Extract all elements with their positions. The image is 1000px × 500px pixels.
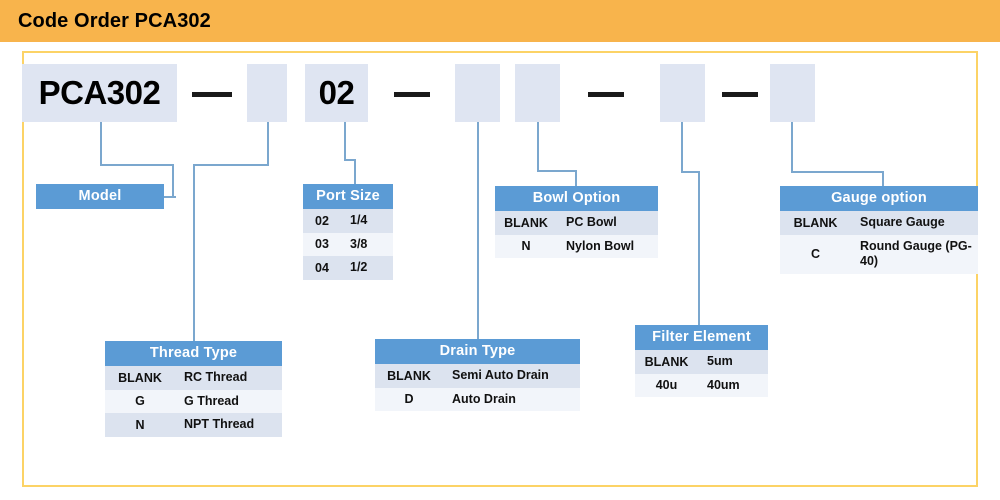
cell-code: 04 — [315, 261, 329, 276]
table-row: BLANK Semi Auto Drain — [375, 364, 580, 388]
cell-desc: Nylon Bowl — [566, 238, 635, 253]
cell-code: D — [404, 392, 414, 407]
code-segment-gauge-option[interactable] — [770, 64, 815, 122]
table-row: 40u 40um — [635, 373, 768, 398]
cell-code: BLANK — [387, 368, 431, 383]
cell-code: N — [135, 418, 145, 433]
cell-desc: Semi Auto Drain — [452, 368, 549, 382]
connector-model-vertical — [100, 122, 102, 165]
code-segment-thread-type[interactable] — [247, 64, 287, 122]
cell-desc: 1/2 — [350, 260, 368, 275]
table-port-size-title: Port Size — [303, 184, 393, 209]
cell-code: N — [521, 239, 531, 254]
page-title: Code Order PCA302 — [18, 10, 211, 32]
cell-code: 03 — [315, 237, 329, 252]
cell-code: BLANK — [504, 215, 548, 230]
cell-desc: 1/4 — [350, 213, 368, 227]
connector-port-size-vertical — [344, 122, 346, 160]
connector-gauge-option-horizontal — [791, 171, 884, 173]
table-row: BLANK RC Thread — [105, 366, 282, 390]
cell-desc: 5um — [707, 354, 733, 368]
cell-code: 40u — [655, 378, 678, 393]
cell-desc: NPT Thread — [184, 417, 255, 432]
table-bowl-option-title: Bowl Option — [495, 186, 658, 211]
code-separator-2 — [394, 92, 430, 97]
cell-code: BLANK — [644, 354, 689, 369]
header-bar: Code Order PCA302 — [0, 0, 1000, 42]
connector-thread-type-drop — [193, 164, 195, 341]
code-segment-bowl-option[interactable] — [515, 64, 560, 122]
cell-code: BLANK — [118, 370, 162, 385]
connector-bowl-option-drop — [575, 170, 577, 186]
cell-code: BLANK — [793, 215, 838, 230]
connector-model-into-title — [164, 196, 176, 198]
table-row: BLANK 5um — [635, 350, 768, 374]
connector-model-horizontal — [100, 164, 174, 166]
cell-desc: 3/8 — [350, 236, 368, 251]
connector-bowl-option-vertical — [537, 122, 539, 171]
connector-gauge-option-vertical — [791, 122, 793, 172]
table-row: C Round Gauge (PG-40) — [780, 234, 978, 274]
cell-code: 02 — [315, 213, 329, 228]
table-model: Model — [36, 184, 164, 209]
cell-code: C — [810, 247, 821, 262]
table-drain-type: Drain Type BLANK Semi Auto Drain D Auto … — [375, 339, 580, 412]
table-row: BLANK Square Gauge — [780, 211, 978, 235]
connector-bowl-option-horizontal — [537, 170, 577, 172]
table-row: 04 1/2 — [303, 256, 393, 280]
cell-desc: RC Thread — [184, 370, 248, 384]
code-separator-3 — [588, 92, 624, 97]
table-bowl-option: Bowl Option BLANK PC Bowl N Nylon Bowl — [495, 186, 658, 259]
table-port-size: Port Size 02 1/4 03 3/8 04 1/2 — [303, 184, 393, 280]
connector-thread-type-horizontal — [193, 164, 269, 166]
table-row: G G Thread — [105, 389, 282, 414]
table-row: D Auto Drain — [375, 387, 580, 412]
cell-desc: Round Gauge (PG-40) — [860, 238, 972, 269]
connector-filter-element-vertical — [681, 122, 683, 172]
table-gauge-option: Gauge option BLANK Square Gauge C Round … — [780, 186, 978, 274]
cell-desc: Square Gauge — [860, 215, 945, 229]
code-separator-1 — [192, 92, 232, 97]
table-model-title: Model — [36, 184, 164, 209]
connector-model-drop — [172, 164, 174, 197]
connector-filter-element-drop — [698, 171, 700, 325]
table-filter-element-title: Filter Element — [635, 325, 768, 350]
connector-thread-type-vertical — [267, 122, 269, 165]
code-segment-port-size[interactable]: 02 — [305, 64, 368, 122]
code-segment-filter-element[interactable] — [660, 64, 705, 122]
table-thread-type-title: Thread Type — [105, 341, 282, 366]
table-drain-type-title: Drain Type — [375, 339, 580, 364]
table-filter-element: Filter Element BLANK 5um 40u 40um — [635, 325, 768, 398]
table-thread-type: Thread Type BLANK RC Thread G G Thread N… — [105, 341, 282, 437]
table-row: BLANK PC Bowl — [495, 211, 658, 235]
table-row: N NPT Thread — [105, 413, 282, 437]
cell-desc: G Thread — [184, 393, 239, 408]
code-separator-4 — [722, 92, 758, 97]
cell-desc: Auto Drain — [452, 391, 516, 406]
table-row: 03 3/8 — [303, 232, 393, 257]
connector-port-size-drop — [354, 159, 356, 184]
table-gauge-option-title: Gauge option — [780, 186, 978, 211]
table-row: N Nylon Bowl — [495, 234, 658, 259]
cell-desc: 40um — [707, 377, 740, 392]
code-segment-drain-type[interactable] — [455, 64, 500, 122]
table-row: 02 1/4 — [303, 209, 393, 233]
cell-desc: PC Bowl — [566, 215, 617, 229]
code-segment-model[interactable]: PCA302 — [22, 64, 177, 122]
connector-drain-type-vertical — [477, 122, 479, 339]
connector-gauge-option-drop — [882, 171, 884, 187]
cell-code: G — [135, 394, 145, 409]
